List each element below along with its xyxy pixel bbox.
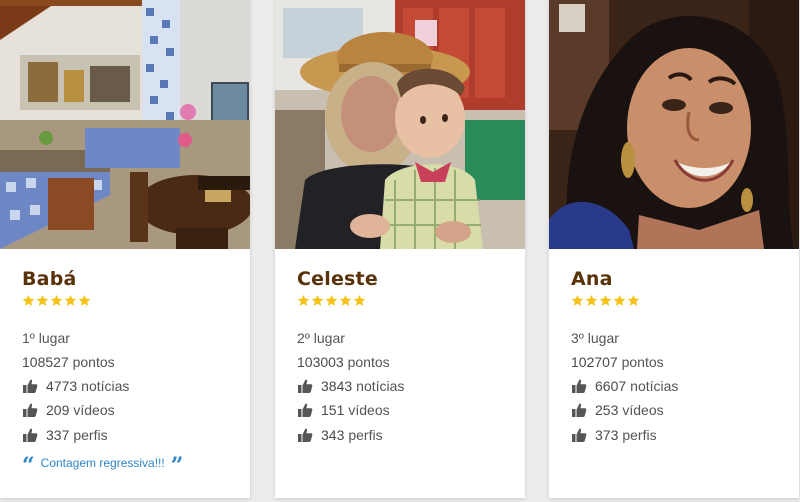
points-total: 108527 pontos xyxy=(22,354,115,370)
points-value: 108527 xyxy=(22,354,69,370)
star-icon xyxy=(78,294,91,306)
stat-videos: 253 vídeos xyxy=(571,402,664,418)
stat-videos: 151 vídeos xyxy=(297,402,390,418)
participant-name[interactable]: Celeste xyxy=(297,268,378,290)
stat-news-value: 4773 xyxy=(46,378,78,394)
star-icon xyxy=(627,294,640,306)
stat-news: 4773 notícias xyxy=(22,378,129,394)
points-label: pontos xyxy=(72,354,115,370)
thumbs-up-icon xyxy=(23,428,38,442)
stat-videos-value: 151 xyxy=(321,402,345,418)
thumbs-up-icon xyxy=(23,403,38,417)
stat-news: 6607 notícias xyxy=(571,378,678,394)
stat-news-label: notícias xyxy=(81,378,130,394)
close-quote-icon: ” xyxy=(170,453,184,479)
stat-news: 3843 notícias xyxy=(297,378,404,394)
star-icon xyxy=(297,294,310,306)
thumbs-up-icon xyxy=(23,379,38,393)
ranking-cards: Babá 1º lugar 108527 pontos 4773 notícia… xyxy=(0,0,800,502)
star-icon xyxy=(339,294,352,306)
star-icon xyxy=(353,294,366,306)
participant-name[interactable]: Babá xyxy=(22,268,77,290)
points-value: 102707 xyxy=(571,354,618,370)
stat-news-label: notícias xyxy=(356,378,405,394)
stat-profiles-label: perfis xyxy=(348,427,383,443)
stat-news-value: 3843 xyxy=(321,378,353,394)
stat-profiles: 373 perfis xyxy=(571,427,657,443)
thumbs-up-icon xyxy=(298,403,313,417)
rating-stars xyxy=(22,294,91,310)
ranking-card-1[interactable]: Babá 1º lugar 108527 pontos 4773 notícia… xyxy=(0,0,250,498)
thumbs-up-icon xyxy=(572,379,587,393)
stat-news-label: notícias xyxy=(630,378,679,394)
star-icon xyxy=(64,294,77,306)
star-icon xyxy=(599,294,612,306)
stat-profiles-value: 337 xyxy=(46,427,70,443)
star-icon xyxy=(311,294,324,306)
countdown-quote-text: Contagem regressiva!!! xyxy=(40,456,165,470)
points-value: 103003 xyxy=(297,354,344,370)
star-icon xyxy=(613,294,626,306)
star-icon xyxy=(50,294,63,306)
stat-videos-value: 253 xyxy=(595,402,619,418)
profile-photo-outdoor-kitchen[interactable] xyxy=(0,0,250,249)
star-icon xyxy=(585,294,598,306)
thumbs-up-icon xyxy=(298,428,313,442)
ranking-card-2[interactable]: Celeste 2º lugar 103003 pontos 3843 notí… xyxy=(275,0,525,498)
ranking-card-3[interactable]: Ana 3º lugar 102707 pontos 6607 notícias… xyxy=(549,0,799,498)
star-icon xyxy=(571,294,584,306)
stat-profiles-label: perfis xyxy=(73,427,108,443)
open-quote-icon: “ xyxy=(22,453,35,479)
stat-profiles: 343 perfis xyxy=(297,427,383,443)
rating-stars xyxy=(571,294,640,310)
thumbs-up-icon xyxy=(298,379,313,393)
countdown-quote[interactable]: “ Contagem regressiva!!! ” xyxy=(22,453,184,479)
points-total: 102707 pontos xyxy=(571,354,664,370)
star-icon xyxy=(325,294,338,306)
star-icon xyxy=(36,294,49,306)
stat-profiles-value: 343 xyxy=(321,427,345,443)
profile-photo-woman-with-baby[interactable] xyxy=(275,0,525,249)
thumbs-up-icon xyxy=(572,403,587,417)
rating-stars xyxy=(297,294,366,310)
rank-position: 1º lugar xyxy=(22,330,70,346)
stat-videos-value: 209 xyxy=(46,402,70,418)
thumbs-up-icon xyxy=(572,428,587,442)
rank-position: 2º lugar xyxy=(297,330,345,346)
stat-videos-label: vídeos xyxy=(348,402,390,418)
stat-news-value: 6607 xyxy=(595,378,627,394)
points-label: pontos xyxy=(347,354,390,370)
stat-videos: 209 vídeos xyxy=(22,402,115,418)
stat-videos-label: vídeos xyxy=(622,402,664,418)
rank-position: 3º lugar xyxy=(571,330,619,346)
stat-profiles: 337 perfis xyxy=(22,427,108,443)
star-icon xyxy=(22,294,35,306)
participant-name[interactable]: Ana xyxy=(571,268,613,290)
stat-profiles-label: perfis xyxy=(622,427,657,443)
profile-photo-smiling-woman[interactable] xyxy=(549,0,799,249)
stat-profiles-value: 373 xyxy=(595,427,619,443)
stat-videos-label: vídeos xyxy=(73,402,115,418)
points-total: 103003 pontos xyxy=(297,354,390,370)
points-label: pontos xyxy=(621,354,664,370)
